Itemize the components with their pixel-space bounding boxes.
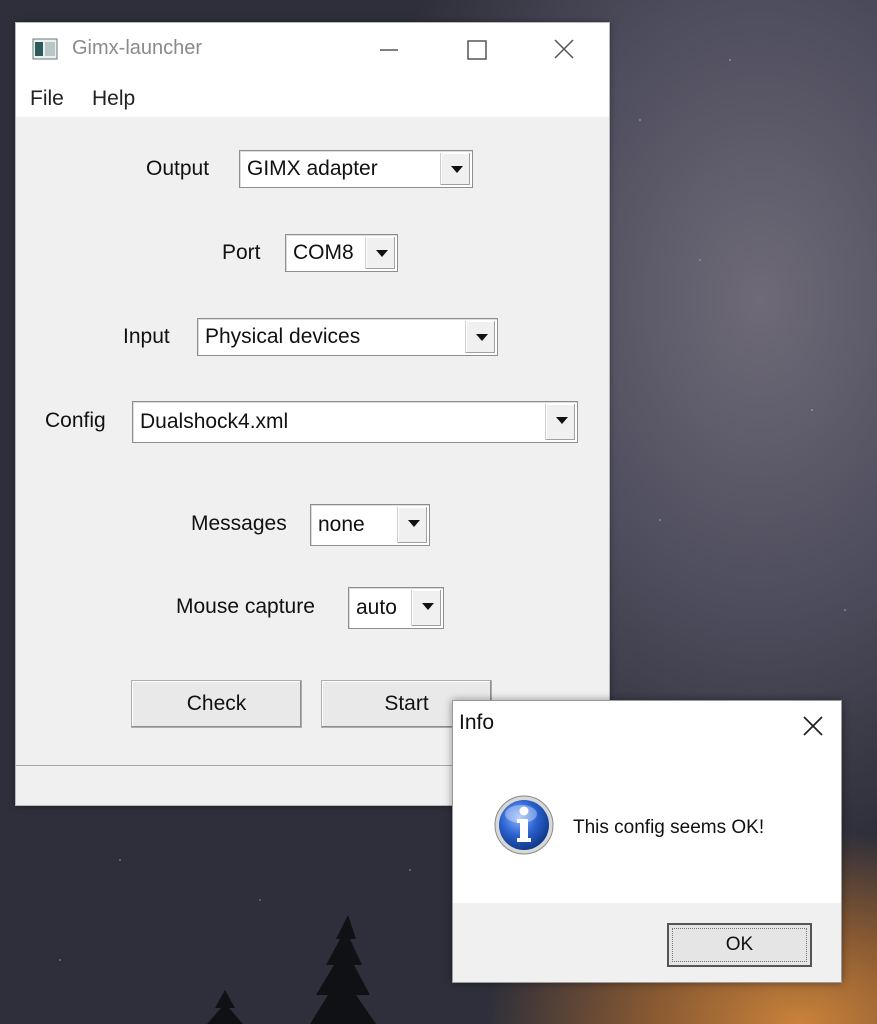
input-value: Physical devices [205, 325, 361, 348]
dropdown-arrow-icon[interactable] [411, 590, 441, 626]
config-select[interactable]: Dualshock4.xml [132, 401, 578, 443]
minimize-icon[interactable] [368, 35, 408, 65]
dropdown-arrow-icon[interactable] [397, 507, 427, 543]
port-label: Port [222, 241, 261, 264]
mouse-capture-label: Mouse capture [176, 595, 315, 618]
config-value: Dualshock4.xml [140, 410, 289, 433]
dialog-message: This config seems OK! [573, 817, 765, 838]
dropdown-arrow-icon[interactable] [465, 321, 495, 353]
tree-silhouette-small [207, 990, 243, 1024]
info-icon [494, 795, 554, 855]
menu-bar: File Help [16, 79, 609, 117]
port-value: COM8 [293, 241, 354, 264]
menu-help[interactable]: Help [92, 87, 135, 111]
messages-label: Messages [191, 512, 287, 535]
mouse-capture-value: auto [356, 596, 397, 619]
input-select[interactable]: Physical devices [197, 318, 498, 356]
check-button[interactable]: Check [131, 680, 302, 728]
messages-select[interactable]: none [310, 504, 430, 546]
gimx-launcher-window: Gimx-launcher File Help Output GIMX adap… [15, 22, 610, 806]
window-title: Gimx-launcher [72, 37, 203, 59]
close-icon[interactable] [795, 711, 831, 741]
maximize-icon[interactable] [456, 35, 496, 65]
output-value: GIMX adapter [247, 157, 378, 180]
port-select[interactable]: COM8 [285, 234, 398, 272]
menu-file[interactable]: File [30, 87, 64, 111]
app-icon [32, 38, 58, 60]
dropdown-arrow-icon[interactable] [440, 153, 470, 185]
output-select[interactable]: GIMX adapter [239, 150, 473, 188]
messages-value: none [318, 513, 365, 536]
dropdown-arrow-icon[interactable] [545, 404, 575, 440]
mouse-capture-select[interactable]: auto [348, 587, 444, 629]
ok-button[interactable]: OK [667, 923, 812, 967]
dropdown-arrow-icon[interactable] [365, 237, 395, 269]
input-label: Input [123, 325, 170, 348]
output-label: Output [146, 157, 210, 180]
close-icon[interactable] [544, 35, 584, 65]
info-dialog: Info This config seems OK! OK [452, 700, 842, 983]
dialog-title: Info [459, 711, 495, 734]
tree-silhouette [310, 915, 376, 1024]
dialog-footer: OK [453, 903, 841, 982]
config-label: Config [45, 409, 106, 432]
title-bar[interactable]: Gimx-launcher [16, 23, 609, 79]
